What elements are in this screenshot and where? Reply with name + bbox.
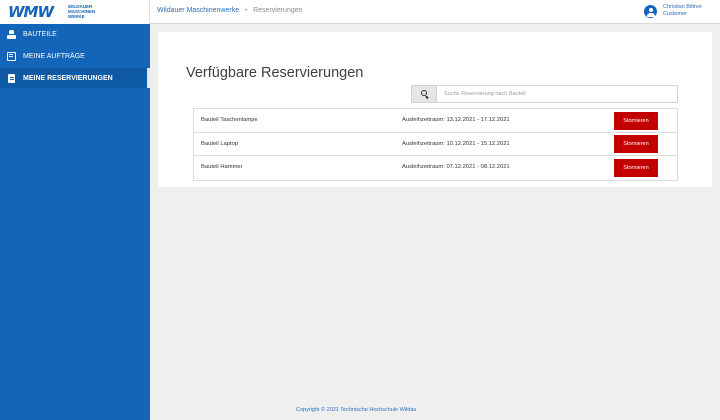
sidebar-item-auftraege[interactable]: MEINE AUFTRÄGE xyxy=(0,46,150,66)
user-name: Christian Bittner xyxy=(663,4,703,10)
table-row: Bauteil Taschenlampe Ausleihzeitraum: 13… xyxy=(194,109,677,133)
part-name: Bauteil Laptop xyxy=(201,140,239,147)
rental-period: Ausleihzeitraum: 07.12.2021 - 08.12.2021 xyxy=(402,164,510,170)
sidebar-item-label: BAUTEILE xyxy=(23,30,57,38)
cancel-button[interactable]: Stornieren xyxy=(614,158,658,177)
document-icon xyxy=(8,73,15,83)
breadcrumb-separator: • xyxy=(245,8,248,14)
page-title: Verfügbare Reservierungen xyxy=(186,65,364,81)
reservations-card: Verfügbare Reservierungen Bauteil Tasche… xyxy=(158,32,712,187)
cancel-button[interactable]: Stornieren xyxy=(614,135,658,153)
logo-mark: WMW xyxy=(8,3,54,21)
table-row: Bauteil Hammer Ausleihzeitraum: 07.12.20… xyxy=(194,156,677,180)
logo-wordmark: WILDAUER MASCHINEN WERKE xyxy=(68,4,96,19)
user-info[interactable]: Christian Bittner Customer xyxy=(663,4,702,17)
footer-copyright: Copyright © 2021 Technische Hochschule W… xyxy=(296,407,417,413)
orders-icon xyxy=(7,51,16,61)
search-input[interactable] xyxy=(436,85,678,103)
sidebar-item-reservierungen[interactable]: MEINE RESERVIERUNGEN xyxy=(0,68,150,88)
breadcrumb-root[interactable]: Wildauer Maschinenwerke xyxy=(157,7,239,14)
sidebar-item-label: MEINE RESERVIERUNGEN xyxy=(23,74,113,82)
reservations-table: Bauteil Taschenlampe Ausleihzeitraum: 13… xyxy=(193,108,678,181)
search-button[interactable] xyxy=(411,85,436,103)
breadcrumb: Wildauer Maschinenwerke • Reservierungen xyxy=(157,7,303,14)
top-bar: WMW WILDAUER MASCHINEN WERKE Wildauer Ma… xyxy=(0,0,720,24)
part-name: Bauteil Hammer xyxy=(201,164,243,170)
cancel-button[interactable]: Stornieren xyxy=(614,111,658,130)
breadcrumb-current: Reservierungen xyxy=(253,7,303,14)
logo[interactable]: WMW WILDAUER MASCHINEN WERKE xyxy=(0,0,150,24)
rental-period: Ausleihzeitraum: 10.12.2021 - 15.12.2021 xyxy=(402,140,510,147)
component-icon xyxy=(7,29,16,39)
sidebar: BAUTEILE MEINE AUFTRÄGE MEINE RESERVIERU… xyxy=(0,24,150,420)
user-role: Customer xyxy=(663,10,687,17)
user-circle-icon[interactable] xyxy=(644,5,657,18)
sidebar-item-label: MEINE AUFTRÄGE xyxy=(23,52,85,60)
part-name: Bauteil Taschenlampe xyxy=(201,117,258,123)
sidebar-item-bauteile[interactable]: BAUTEILE xyxy=(0,24,150,44)
rental-period: Ausleihzeitraum: 13.12.2021 - 17.12.2021 xyxy=(402,117,510,123)
table-row: Bauteil Laptop Ausleihzeitraum: 10.12.20… xyxy=(194,133,677,156)
